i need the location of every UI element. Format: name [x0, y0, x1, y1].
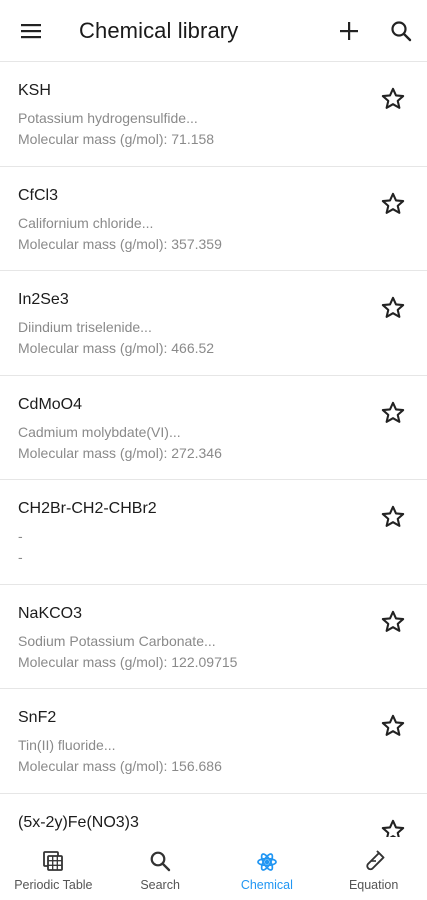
- chemical-list-item[interactable]: In2Se3 Diindium triselenide... Molecular…: [0, 271, 427, 376]
- page-title: Chemical library: [79, 18, 239, 43]
- favorite-star-button[interactable]: [378, 189, 408, 219]
- chemical-name: Sodium Potassium Carbonate...: [18, 632, 216, 649]
- chemical-list-item[interactable]: NaKCO3 Sodium Potassium Carbonate... Mol…: [0, 585, 427, 689]
- molecular-mass: Molecular mass (g/mol): 466.52: [18, 340, 215, 356]
- chemical-name: Cadmium molybdate(VI)...: [18, 423, 181, 440]
- star-outline-icon: [381, 505, 405, 527]
- chemical-list-item[interactable]: (5x-2y)Fe(NO3)3: [0, 794, 427, 837]
- star-outline-icon: [381, 87, 405, 109]
- molecular-mass: Molecular mass (g/mol): 71.158: [18, 131, 215, 147]
- chemical-formula: CdMoO4: [18, 395, 83, 413]
- nav-periodic-table[interactable]: Periodic Table: [0, 837, 107, 900]
- favorite-star-button[interactable]: [378, 84, 408, 114]
- favorite-star-button[interactable]: [378, 293, 408, 323]
- test-tube-icon: [362, 849, 386, 873]
- star-outline-icon: [381, 714, 405, 736]
- chemical-list: KSH Potassium hydrogensulfide... Molecul…: [0, 62, 427, 837]
- nav-label: Search: [140, 878, 180, 892]
- chemical-formula: NaKCO3: [18, 604, 83, 622]
- nav-label: Equation: [348, 878, 399, 892]
- chemical-formula: CH2Br-CH2-CHBr2: [18, 500, 157, 517]
- favorite-star-button[interactable]: [378, 816, 408, 837]
- chemical-formula: In2Se3: [18, 291, 69, 308]
- star-outline-icon: [381, 610, 405, 632]
- chemical-formula: SnF2: [18, 709, 57, 726]
- bottom-navigation: Periodic Table Search Chemical Equation: [0, 837, 427, 900]
- favorite-star-button[interactable]: [378, 398, 408, 428]
- chemical-formula: CfCl3: [18, 186, 59, 204]
- molecular-mass: Molecular mass (g/mol): 272.346: [18, 444, 222, 461]
- top-app-bar: Chemical library: [0, 0, 427, 62]
- search-icon: [148, 849, 172, 873]
- molecular-mass: Molecular mass (g/mol): 357.359: [18, 235, 222, 252]
- chemical-list-item[interactable]: KSH Potassium hydrogensulfide... Molecul…: [0, 62, 427, 167]
- chemical-name: Diindium triselenide...: [18, 319, 152, 335]
- menu-button[interactable]: [9, 9, 53, 53]
- hamburger-menu-icon: [21, 24, 41, 39]
- favorite-star-button[interactable]: [378, 711, 408, 741]
- favorite-star-button[interactable]: [378, 607, 408, 637]
- molecular-mass: Molecular mass (g/mol): 156.686: [18, 758, 222, 774]
- nav-label: Chemical: [240, 878, 293, 892]
- chemical-list-item[interactable]: SnF2 Tin(II) fluoride... Molecular mass …: [0, 689, 427, 794]
- add-button[interactable]: [327, 9, 371, 53]
- chemical-name: Tin(II) fluoride...: [18, 737, 116, 753]
- chemical-list-item[interactable]: CdMoO4 Cadmium molybdate(VI)... Molecula…: [0, 376, 427, 480]
- chemical-name: -: [18, 528, 23, 544]
- molecular-mass: -: [18, 549, 23, 565]
- star-outline-icon: [381, 819, 405, 837]
- chemical-list-item[interactable]: CH2Br-CH2-CHBr2 - -: [0, 480, 427, 585]
- chemical-list-item[interactable]: CfCl3 Californium chloride... Molecular …: [0, 167, 427, 271]
- chemical-name: Californium chloride...: [18, 214, 154, 231]
- star-outline-icon: [381, 192, 405, 214]
- plus-icon: [340, 22, 358, 40]
- app-screen: Chemical library KSH Potassium hydrogens…: [0, 0, 427, 900]
- search-icon: [391, 21, 412, 42]
- nav-chemical[interactable]: Chemical: [214, 837, 321, 900]
- nav-equation[interactable]: Equation: [320, 837, 427, 900]
- search-button[interactable]: [379, 9, 423, 53]
- star-outline-icon: [381, 401, 405, 423]
- atom-icon: [255, 849, 279, 873]
- chemical-name: Potassium hydrogensulfide...: [18, 110, 198, 126]
- star-outline-icon: [381, 296, 405, 318]
- nav-search[interactable]: Search: [107, 837, 214, 900]
- chemical-formula: KSH: [18, 82, 51, 99]
- molecular-mass: Molecular mass (g/mol): 122.09715: [18, 653, 238, 670]
- chemical-formula: (5x-2y)Fe(NO3)3: [18, 813, 139, 831]
- favorite-star-button[interactable]: [378, 502, 408, 532]
- nav-label: Periodic Table: [14, 878, 93, 892]
- periodic-table-icon: [41, 849, 65, 873]
